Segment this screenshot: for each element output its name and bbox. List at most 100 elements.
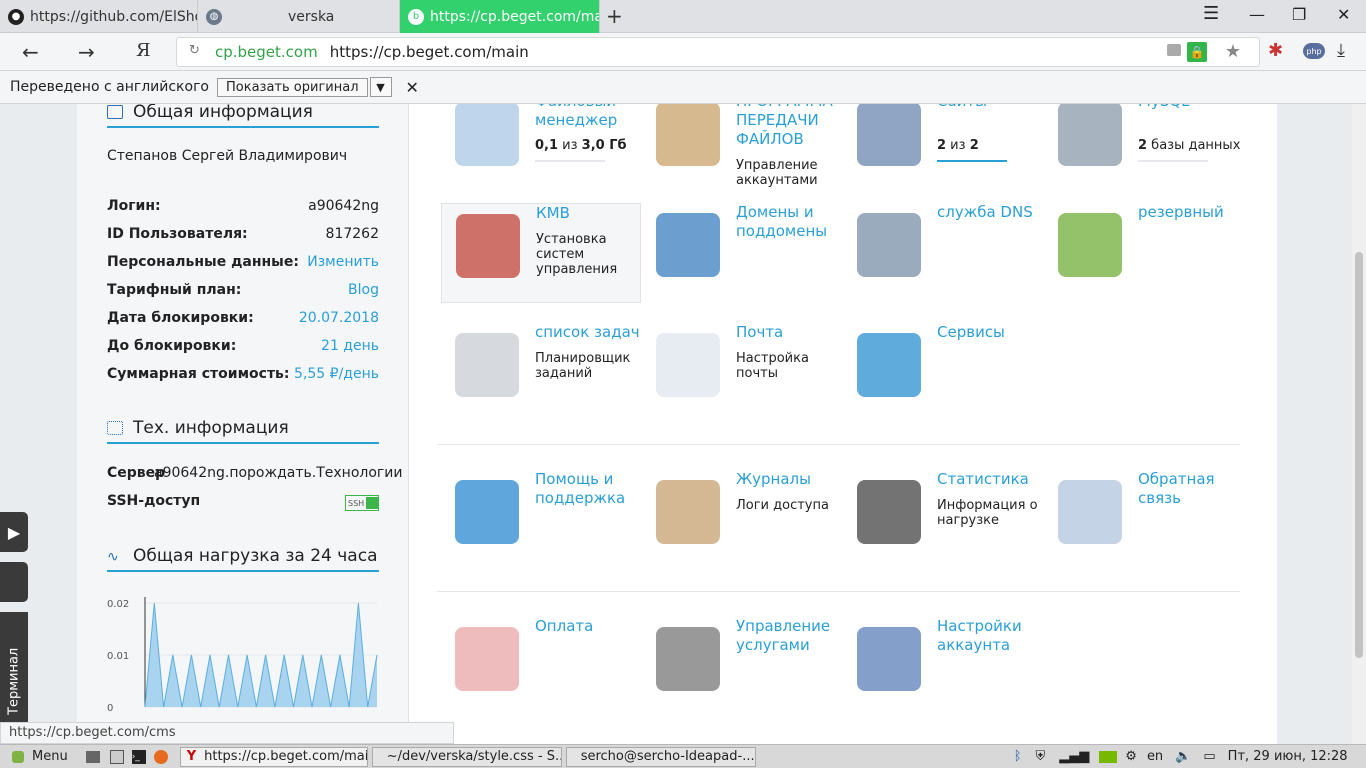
tile-backup[interactable]: резервный: [1044, 203, 1244, 303]
taskbar-window-editor[interactable]: ~/dev/verska/style.css - S...: [371, 746, 562, 767]
tile-usage: 0,1 из 3,0 Гб: [535, 138, 627, 153]
tile-title[interactable]: список задач: [535, 323, 645, 342]
ssh-toggle[interactable]: SSH: [345, 495, 379, 511]
tile-desc: Логи доступа: [736, 498, 829, 513]
info-value[interactable]: Blog: [348, 282, 379, 298]
bug-extension-icon[interactable]: ✱: [1268, 40, 1283, 61]
tile-logs[interactable]: Журналы Логи доступа: [642, 470, 842, 570]
settings-gear-icon[interactable]: ⚙: [1125, 749, 1137, 764]
apple-icon[interactable]: [0, 562, 28, 602]
clock[interactable]: Пт, 29 июн, 12:28: [1228, 749, 1348, 764]
minimize-icon[interactable]: —: [1249, 5, 1265, 24]
lock-icon[interactable]: 🔒: [1187, 42, 1207, 62]
tile-title[interactable]: Статистика: [937, 470, 1047, 489]
firefox-icon[interactable]: [153, 749, 168, 764]
php-extension-icon[interactable]: php: [1303, 43, 1325, 59]
bookmark-star-icon[interactable]: ★: [1225, 41, 1241, 62]
tile-mail[interactable]: Почта Настройка почты: [642, 323, 842, 423]
tile-payment[interactable]: Оплата: [441, 617, 641, 717]
show-desktop-icon[interactable]: [85, 750, 100, 763]
menu-button[interactable]: Menu: [32, 749, 68, 764]
battery-icon[interactable]: ▭: [1203, 749, 1215, 764]
tile-support[interactable]: Помощь и поддержка: [441, 470, 641, 570]
scrollbar-thumb[interactable]: [1355, 252, 1363, 658]
tile-file-manager[interactable]: Файловый менеджер0,1 из 3,0 Гб: [441, 104, 641, 192]
tile-title[interactable]: Управление услугами: [736, 617, 846, 655]
network-icon[interactable]: ▂▄▆: [1059, 749, 1089, 764]
y-tick-label: 0.02: [107, 599, 129, 610]
tile-ftp[interactable]: ПРОГРАММА ПЕРЕДАЧИ ФАЙЛОВУправление акка…: [642, 104, 842, 192]
close-translate-icon[interactable]: ✕: [406, 78, 419, 97]
tile-title[interactable]: резервный: [1138, 203, 1248, 222]
tile-title[interactable]: Сервисы: [937, 323, 1047, 342]
files-icon[interactable]: [109, 749, 124, 764]
keyboard-layout[interactable]: en: [1147, 749, 1163, 764]
tile-feedback[interactable]: Обратная связь: [1044, 470, 1244, 570]
info-value[interactable]: Изменить: [307, 254, 379, 270]
volume-icon[interactable]: 🔈: [1175, 749, 1191, 764]
tile-title[interactable]: Домены и поддомены: [736, 203, 846, 241]
tile-title[interactable]: Настройки аккаунта: [937, 617, 1047, 655]
close-window-icon[interactable]: ✕: [1337, 5, 1350, 24]
tile-domains[interactable]: Домены и поддомены: [642, 203, 842, 303]
tab-bar: ● https://github.com/ElShoN ◍ verska b h…: [0, 0, 1366, 33]
scrollbar[interactable]: [1352, 104, 1366, 744]
hamburger-menu-icon[interactable]: ☰: [1203, 3, 1219, 24]
tab-verska[interactable]: ◍ verska: [198, 0, 400, 33]
reload-icon[interactable]: ↻: [189, 43, 200, 58]
tile-stats[interactable]: Статистика Информация о нагрузке: [843, 470, 1043, 570]
tile-title[interactable]: Почта: [736, 323, 846, 342]
shield-icon[interactable]: ⛨: [1036, 749, 1046, 764]
tile-title[interactable]: Сайты: [937, 104, 1047, 111]
server-icon: [107, 421, 123, 435]
tile-title[interactable]: КМВ: [536, 204, 646, 223]
yandex-icon[interactable]: Я: [136, 40, 151, 61]
tile-mysql[interactable]: MySQL2 базы данных: [1044, 104, 1244, 192]
show-original-button[interactable]: Показать оригинал: [217, 77, 368, 97]
forward-icon[interactable]: →: [78, 40, 95, 64]
tile-title[interactable]: Файловый менеджер: [535, 104, 645, 130]
tile-sites[interactable]: Сайты2 из 2: [843, 104, 1043, 192]
info-row: ID Пользователя: 817262: [107, 226, 379, 242]
play-store-icon[interactable]: ▶: [0, 512, 28, 552]
restore-icon[interactable]: ❐: [1292, 5, 1306, 24]
tab-beget[interactable]: b https://cp.beget.com/ma ✕: [400, 0, 600, 33]
bluetooth-icon[interactable]: ᛒ: [1014, 749, 1022, 764]
taskbar-window-terminal[interactable]: sercho@sercho-Ideapad-...: [565, 746, 756, 767]
tile-title[interactable]: служба DNS: [937, 203, 1047, 222]
taskbar-window-browser[interactable]: Y https://cp.beget.com/mai...: [179, 746, 368, 767]
info-value[interactable]: 20.07.2018: [299, 310, 379, 326]
chevron-down-icon[interactable]: ▼: [369, 77, 392, 97]
ftp-icon: [656, 104, 720, 166]
tile-cron[interactable]: список задач Планировщик заданий: [441, 323, 641, 423]
info-row: Тарифный план: Blog: [107, 282, 379, 298]
tile-title[interactable]: MySQL: [1138, 104, 1248, 111]
new-tab-button[interactable]: +: [606, 4, 623, 28]
download-icon[interactable]: ⤓: [1337, 40, 1345, 61]
tile-account-settings[interactable]: Настройки аккаунта: [843, 617, 1043, 717]
comment-icon[interactable]: [1167, 44, 1181, 56]
address-bar[interactable]: ↻ cp.beget.com https://cp.beget.com/main…: [176, 37, 1260, 67]
terminal-launcher-icon[interactable]: ›_: [131, 749, 146, 764]
tile-title[interactable]: Обратная связь: [1138, 470, 1248, 508]
tile-services[interactable]: Сервисы: [843, 323, 1043, 423]
load-header: ∿ Общая нагрузка за 24 часа: [107, 546, 379, 572]
tile-title[interactable]: Журналы: [736, 470, 846, 489]
tile-cms[interactable]: КМВ Установка систем управления: [441, 203, 641, 303]
tile-dns[interactable]: служба DNS: [843, 203, 1043, 303]
back-icon[interactable]: ←: [22, 40, 39, 64]
tile-services-mgmt[interactable]: Управление услугами: [642, 617, 842, 717]
usage-separator: базы данных: [1147, 138, 1241, 153]
tile-title[interactable]: ПРОГРАММА ПЕРЕДАЧИ ФАЙЛОВ: [736, 104, 846, 149]
info-value[interactable]: 21 день: [321, 338, 379, 354]
mysql-icon: [1058, 104, 1122, 166]
file-manager-icon: [455, 104, 519, 166]
mint-logo-icon[interactable]: [12, 750, 24, 763]
nvidia-icon[interactable]: [1099, 750, 1118, 763]
tile-title[interactable]: Оплата: [535, 617, 645, 636]
info-value[interactable]: 5,55 ₽/день: [294, 366, 379, 382]
tab-github[interactable]: ● https://github.com/ElShoN: [0, 0, 198, 33]
tile-usage: 2 из 2: [937, 138, 979, 153]
tile-title[interactable]: Помощь и поддержка: [535, 470, 645, 508]
tab-title: https://cp.beget.com/ma: [430, 8, 600, 25]
